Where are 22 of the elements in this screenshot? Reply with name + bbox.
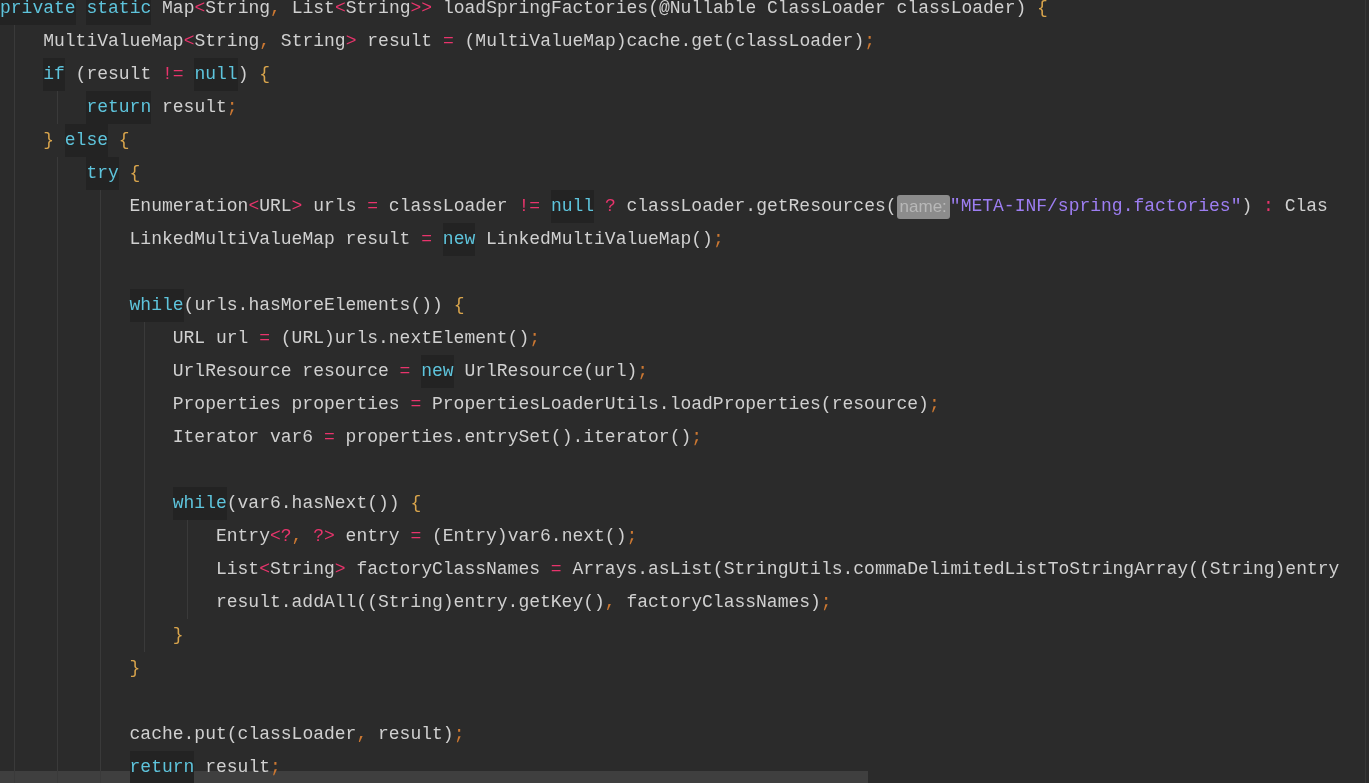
code-text: Enumeration<URL> urls = classLoader != null ? classLoader.getResources( xyxy=(129,190,897,223)
code-line: LinkedMultiValueMap result = new LinkedMultiValueMap(); xyxy=(129,223,724,256)
code-line: try { xyxy=(86,157,141,190)
code-line: URL url = (URL)urls.nextElement(); xyxy=(172,327,541,350)
code-line: cache.put(classLoader, result); xyxy=(129,723,465,746)
code-line: while(urls.hasMoreElements()) { xyxy=(129,289,465,322)
code-text: "META-INF/spring.factories") : Clas xyxy=(949,195,1328,218)
code-line: UrlResource resource = new UrlResource(url); xyxy=(172,355,649,388)
code-line: while(var6.hasNext()) { xyxy=(172,487,422,520)
code-line: result.addAll((String)entry.getKey(), factoryClassNames); xyxy=(215,591,832,614)
code-line: return result; xyxy=(86,91,238,124)
code-line: MultiValueMap<String, String> result = (MultiValueMap)cache.get(classLoader); xyxy=(43,30,875,53)
code-line: if (result != null) { xyxy=(43,58,271,91)
code-line: private static Map<String, List<String>> loadSpringFactories(@Nullable ClassLoader classLoader) { xyxy=(0,0,1048,25)
code-line: Iterator var6 = properties.entrySet().iterator(); xyxy=(172,426,703,449)
code-line: return result; xyxy=(129,751,281,783)
code-line: } xyxy=(172,624,184,647)
code-line: } xyxy=(129,657,141,680)
code-line: Entry<?, ?> entry = (Entry)var6.next(); xyxy=(215,525,638,548)
code-line: List<String> factoryClassNames = Arrays.asList(StringUtils.commaDelimitedListToStringArray((String)entry xyxy=(215,558,1340,581)
code-line: } else { xyxy=(43,124,130,157)
code-line: Properties properties = PropertiesLoaderUtils.loadProperties(resource); xyxy=(172,393,940,416)
